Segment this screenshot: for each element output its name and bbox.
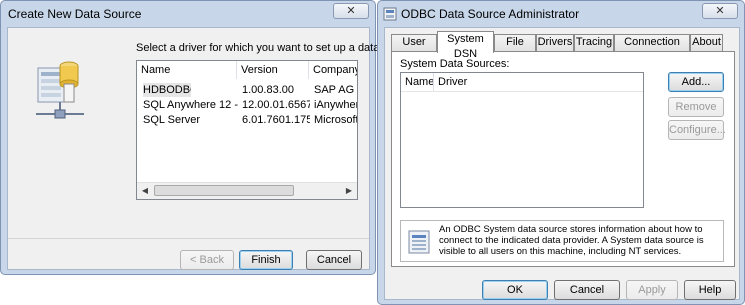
tab-drivers[interactable]: Drivers xyxy=(536,34,574,51)
driver-company: SAP AG xyxy=(314,84,355,96)
driver-row[interactable]: SQL Server 6.01.7601.17514 Microsoft C xyxy=(139,113,358,127)
driver-version: 1.00.83.00 xyxy=(242,84,294,96)
apply-button[interactable]: Apply xyxy=(626,280,678,300)
scrollbar-thumb[interactable] xyxy=(154,185,294,196)
column-header-company[interactable]: Company xyxy=(309,61,357,79)
help-button[interactable]: Help xyxy=(684,280,736,300)
close-icon[interactable]: ✕ xyxy=(333,3,369,19)
driver-list-header: Name Version Company xyxy=(137,61,357,79)
odbc-app-icon xyxy=(383,7,397,21)
sources-list-header: Name Driver xyxy=(401,73,643,92)
driver-name: SQL Server xyxy=(143,114,201,126)
column-header-name[interactable]: Name xyxy=(137,61,237,79)
data-source-info-icon xyxy=(408,230,430,254)
tab-about[interactable]: About xyxy=(690,34,723,51)
driver-name: HDBODBC xyxy=(143,83,191,97)
horizontal-scrollbar[interactable]: ◀ ▶ xyxy=(137,182,357,199)
window-title: ODBC Data Source Administrator xyxy=(401,7,580,21)
tab-connection-pooling[interactable]: Connection Pooling xyxy=(614,34,690,63)
dialog-titlebar: Create New Data Source ✕ xyxy=(1,1,375,27)
tab-file-dsn[interactable]: File DSN xyxy=(494,34,536,63)
close-icon[interactable]: ✕ xyxy=(702,3,738,19)
driver-company: iAnywhere xyxy=(314,99,357,111)
tab-tracing[interactable]: Tracing xyxy=(574,34,614,51)
dialog-client-area: Select a driver for which you want to se… xyxy=(7,27,418,270)
divider xyxy=(8,238,369,239)
scroll-left-icon[interactable]: ◀ xyxy=(139,185,151,197)
window-titlebar: ODBC Data Source Administrator ✕ xyxy=(378,1,744,27)
remove-button[interactable]: Remove xyxy=(668,97,724,117)
driver-row[interactable]: SQL Anywhere 12 - sapvi 12.00.01.6567 iA… xyxy=(139,98,357,112)
system-data-sources-list[interactable]: Name Driver xyxy=(400,72,644,208)
configure-button[interactable]: Configure... xyxy=(668,120,726,140)
info-box: An ODBC System data source stores inform… xyxy=(400,220,724,262)
info-text: An ODBC System data source stores inform… xyxy=(439,224,704,257)
cancel-button[interactable]: Cancel xyxy=(554,280,620,300)
back-button[interactable]: < Back xyxy=(180,250,234,270)
create-data-source-dialog: Create New Data Source ✕ Select a driver… xyxy=(0,0,418,275)
column-header-driver[interactable]: Driver xyxy=(434,73,494,91)
scroll-right-icon[interactable]: ▶ xyxy=(343,185,355,197)
system-dsn-panel: System Data Sources: Name Driver Add... … xyxy=(391,51,735,267)
odbc-admin-window: ODBC Data Source Administrator ✕ User DS… xyxy=(377,0,745,305)
driver-version: 6.01.7601.17514 xyxy=(242,114,310,126)
driver-name: SQL Anywhere 12 - sapvi xyxy=(143,99,238,111)
database-wizard-icon xyxy=(36,61,84,119)
driver-list[interactable]: Name Version Company HDBODBC 1.00.83.00 … xyxy=(136,60,358,200)
driver-version: 12.00.01.6567 xyxy=(242,99,310,111)
dialog-title: Create New Data Source xyxy=(8,7,142,21)
tab-system-dsn[interactable]: System DSN xyxy=(437,31,494,60)
column-header-name[interactable]: Name xyxy=(401,73,434,91)
finish-button[interactable]: Finish xyxy=(239,250,293,270)
cancel-button[interactable]: Cancel xyxy=(306,250,362,270)
column-header-version[interactable]: Version xyxy=(237,61,309,79)
driver-row[interactable]: HDBODBC 1.00.83.00 SAP AG xyxy=(139,83,355,97)
driver-company: Microsoft C xyxy=(314,114,358,126)
tab-user-dsn[interactable]: User DSN xyxy=(391,34,437,63)
add-button[interactable]: Add... xyxy=(668,72,724,92)
ok-button[interactable]: OK xyxy=(482,280,548,300)
